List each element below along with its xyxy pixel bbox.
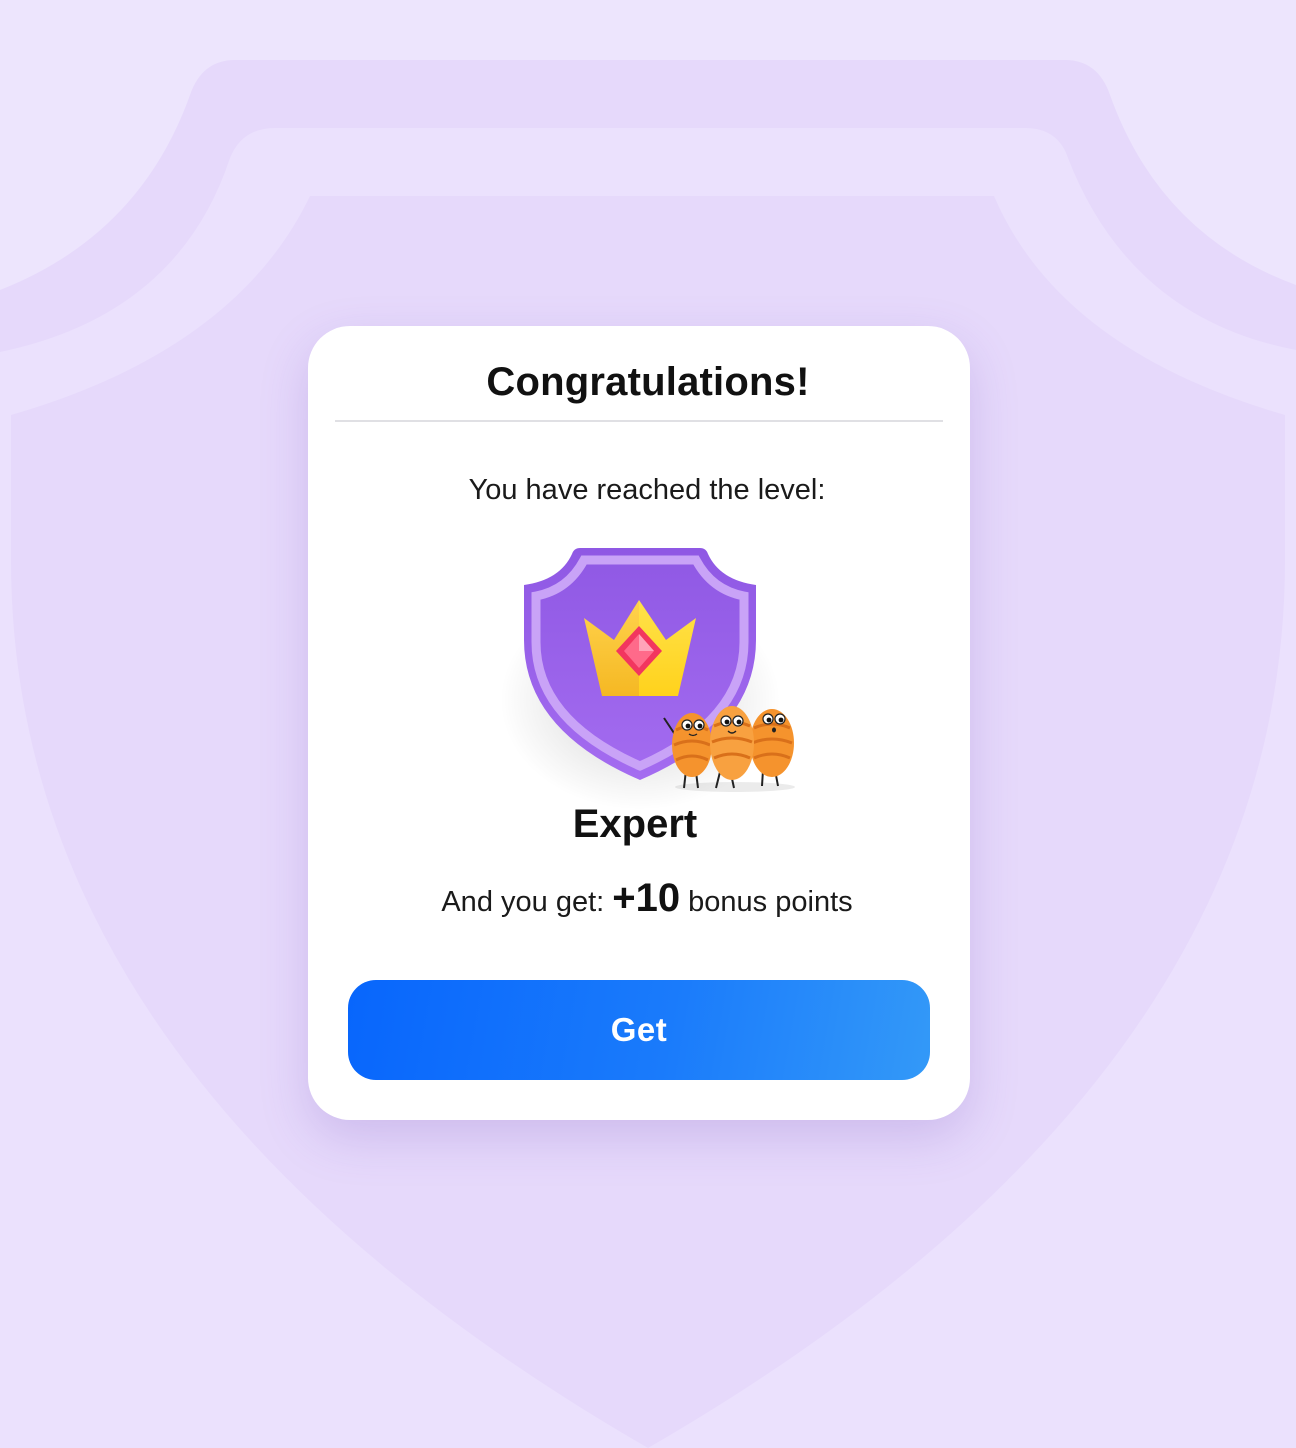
bonus-text: And you get: +10 bonus points [308, 876, 986, 921]
level-name: Expert [572, 802, 698, 846]
modal-title: Congratulations! [486, 360, 810, 404]
bonus-prefix: And you get: [441, 886, 605, 918]
shield-crown-icon [500, 548, 795, 810]
title-divider [335, 420, 943, 422]
bonus-suffix: bonus points [688, 886, 853, 918]
bonus-amount: +10 [612, 876, 681, 920]
level-reached-text: You have reached the level: [468, 474, 826, 506]
get-button[interactable]: Get [348, 980, 930, 1080]
